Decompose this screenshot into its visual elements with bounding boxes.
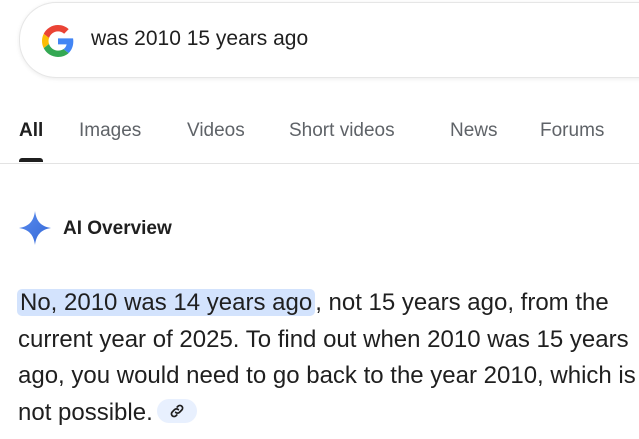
tab-short-videos[interactable]: Short videos bbox=[289, 120, 395, 142]
search-tabs: All Images Videos Short videos News Foru… bbox=[0, 106, 639, 164]
active-tab-indicator bbox=[19, 158, 43, 162]
google-g-icon bbox=[42, 25, 74, 57]
tab-images[interactable]: Images bbox=[79, 120, 141, 142]
tab-all[interactable]: All bbox=[19, 120, 43, 142]
tab-videos[interactable]: Videos bbox=[187, 120, 245, 142]
search-results-page: was 2010 15 years ago All Images Videos … bbox=[0, 0, 639, 439]
search-input[interactable]: was 2010 15 years ago bbox=[91, 27, 308, 51]
link-icon bbox=[170, 404, 184, 417]
answer-highlight: No, 2010 was 14 years ago bbox=[17, 289, 316, 316]
ai-sparkle-icon bbox=[19, 211, 51, 245]
tab-news[interactable]: News bbox=[450, 120, 498, 142]
source-link-button[interactable] bbox=[156, 398, 197, 423]
search-bar[interactable]: was 2010 15 years ago bbox=[19, 2, 639, 78]
ai-overview-title: AI Overview bbox=[63, 218, 172, 239]
ai-overview-answer: No, 2010 was 14 years ago, not 15 years … bbox=[17, 285, 638, 431]
tab-forums[interactable]: Forums bbox=[540, 120, 604, 142]
